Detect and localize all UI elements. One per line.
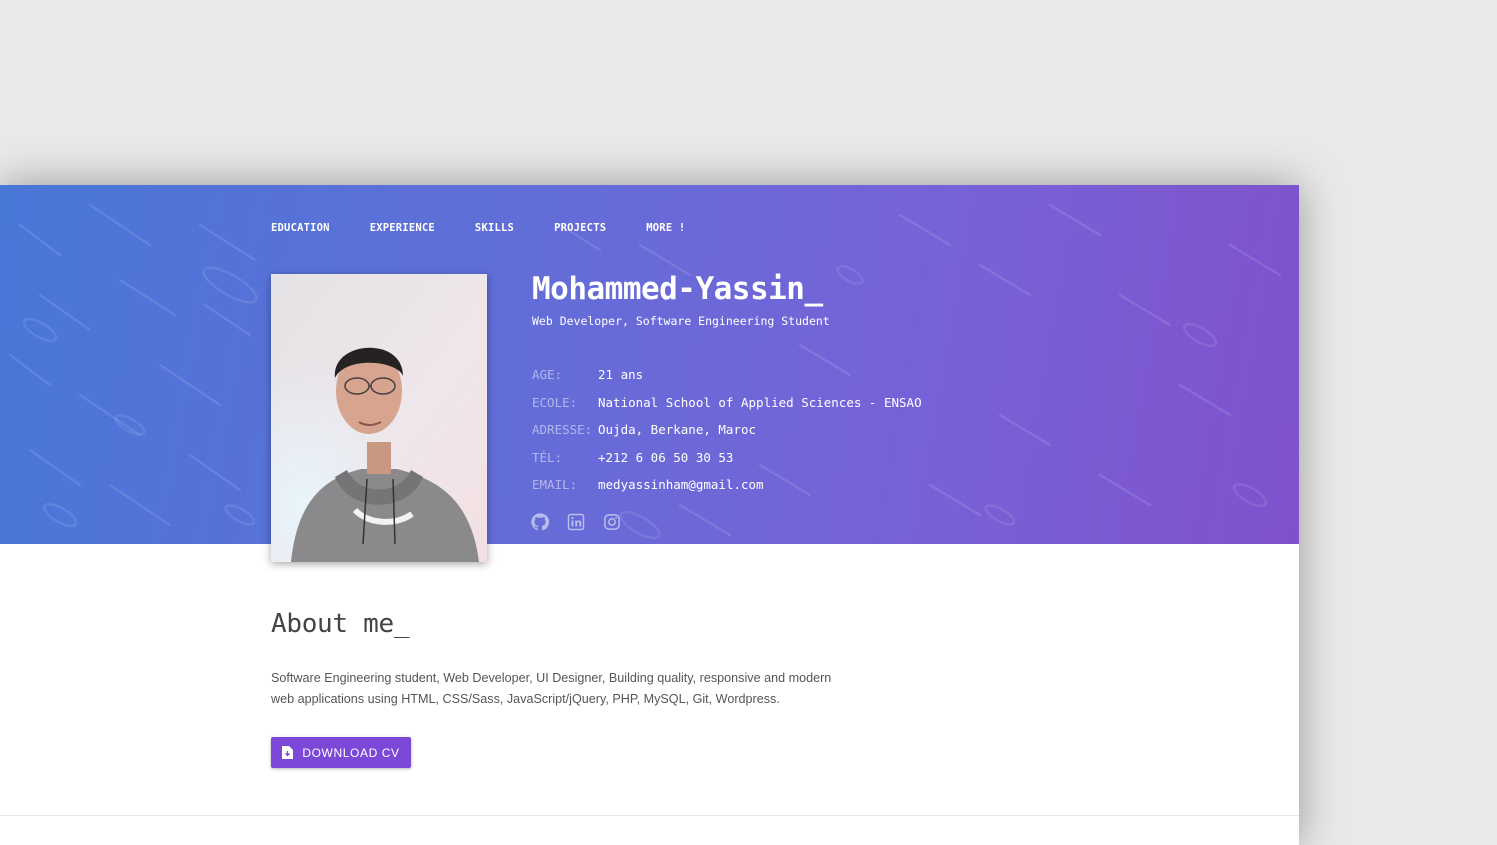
info-row-phone: TÉL: +212 6 06 50 30 53 [532,444,922,472]
info-row-school: ECOLE: National School of Applied Scienc… [532,389,922,417]
github-icon[interactable] [531,513,549,531]
file-download-icon [282,746,294,759]
social-links [531,513,621,531]
download-cv-button[interactable]: DOWNLOAD CV [271,737,411,768]
profile-name: Mohammed-Yassin_ [532,271,823,307]
info-row-age: AGE: 21 ans [532,361,922,389]
hero-header: EDUCATION EXPERIENCE SKILLS PROJECTS MOR… [0,185,1299,544]
profile-photo [271,274,487,562]
profile-heading: Mohammed-Yassin_ Web Developer, Software… [532,271,830,328]
info-row-email: EMAIL: medyassinham@gmail.com [532,471,922,499]
instagram-icon[interactable] [603,513,621,531]
nav-projects[interactable]: PROJECTS [554,222,606,234]
info-value: National School of Applied Sciences - EN… [598,394,922,410]
profile-info: AGE: 21 ans ECOLE: National School of Ap… [532,361,922,499]
about-title: About me_ [271,609,410,639]
profile-subtitle: Web Developer, Software Engineering Stud… [532,314,830,328]
portfolio-page: EDUCATION EXPERIENCE SKILLS PROJECTS MOR… [0,185,1299,845]
info-label: EMAIL: [532,477,578,493]
info-label: TÉL: [532,449,563,465]
info-label: ECOLE: [532,394,578,410]
about-text: Software Engineering student, Web Develo… [271,671,832,706]
info-row-address: ADRESSE: Oujda, Berkane, Maroc [532,416,922,444]
section-divider [0,815,1299,816]
info-value: Oujda, Berkane, Maroc [598,422,757,438]
main-nav: EDUCATION EXPERIENCE SKILLS PROJECTS MOR… [271,222,725,234]
nav-more[interactable]: MORE ! [646,222,685,234]
info-value: +212 6 06 50 30 53 [598,449,734,465]
info-value: 21 ans [598,367,644,383]
linkedin-icon[interactable] [567,513,585,531]
info-label: AGE: [532,367,563,383]
nav-education[interactable]: EDUCATION [271,222,330,234]
nav-skills[interactable]: SKILLS [475,222,514,234]
download-cv-label: DOWNLOAD CV [302,745,400,760]
info-value: medyassinham@gmail.com [598,477,764,493]
info-label: ADRESSE: [532,422,593,438]
nav-experience[interactable]: EXPERIENCE [370,222,435,234]
